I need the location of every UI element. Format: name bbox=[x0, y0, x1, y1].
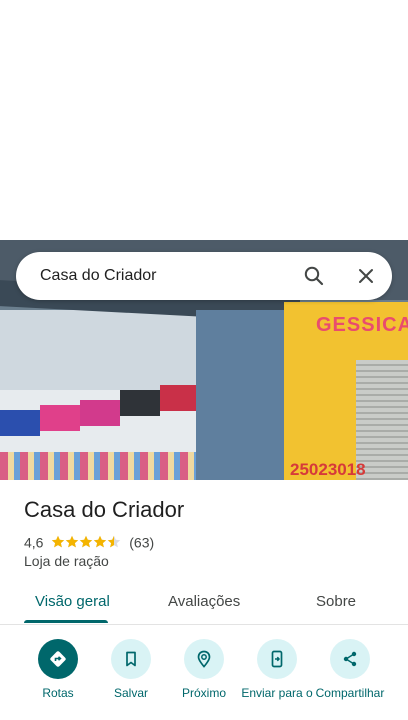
rating-row[interactable]: 4,6 (63) bbox=[24, 533, 154, 551]
review-count: (63) bbox=[129, 534, 155, 551]
share-label: Compartilhar bbox=[315, 686, 385, 700]
place-title: Casa do Criador bbox=[24, 497, 185, 522]
send-to-phone-icon bbox=[257, 639, 297, 679]
photo-product bbox=[160, 385, 198, 411]
share-button[interactable]: Compartilhar bbox=[310, 639, 390, 701]
save-label: Salvar bbox=[113, 686, 148, 700]
photo-product bbox=[40, 405, 80, 431]
directions-icon bbox=[38, 639, 78, 679]
photo-product bbox=[0, 410, 40, 436]
nearby-icon bbox=[184, 639, 224, 679]
bookmark-icon bbox=[111, 639, 151, 679]
photo-products-row bbox=[0, 452, 200, 480]
active-tab-indicator bbox=[24, 620, 108, 623]
nearby-label: Próximo bbox=[181, 686, 226, 700]
star-icon bbox=[52, 536, 65, 548]
photo-product bbox=[120, 390, 160, 416]
tab-bar: Visão geral Avaliações Sobre bbox=[0, 584, 408, 625]
photo-product bbox=[80, 400, 120, 426]
search-bar[interactable]: Casa do Criador bbox=[16, 252, 392, 300]
rating-value: 4,6 bbox=[24, 534, 44, 551]
star-icon bbox=[94, 536, 107, 548]
photo-phone-text: 25023018 bbox=[290, 460, 366, 479]
share-icon bbox=[330, 639, 370, 679]
photo-wall-text: GESSICAM bbox=[316, 314, 408, 336]
close-icon[interactable] bbox=[354, 264, 378, 288]
place-category: Loja de ração bbox=[24, 553, 109, 569]
star-icon bbox=[80, 536, 93, 548]
directions-label: Rotas bbox=[42, 686, 74, 700]
star-icon bbox=[108, 536, 121, 548]
search-icon[interactable] bbox=[302, 264, 326, 288]
photo-pillar bbox=[196, 310, 288, 480]
tab-reviews[interactable]: Avaliações bbox=[168, 593, 240, 610]
tab-overview[interactable]: Visão geral bbox=[35, 593, 110, 610]
search-query[interactable]: Casa do Criador bbox=[40, 267, 157, 285]
directions-button[interactable]: Rotas bbox=[18, 639, 98, 701]
tab-about[interactable]: Sobre bbox=[316, 593, 356, 610]
save-button[interactable]: Salvar bbox=[91, 639, 171, 701]
send-to-phone-label: Enviar para o bbox=[241, 686, 313, 700]
star-icon bbox=[66, 536, 79, 548]
nearby-button[interactable]: Próximo bbox=[164, 639, 244, 701]
star-rating-icon bbox=[52, 536, 121, 548]
send-to-phone-button[interactable]: Enviar para o bbox=[237, 639, 317, 701]
